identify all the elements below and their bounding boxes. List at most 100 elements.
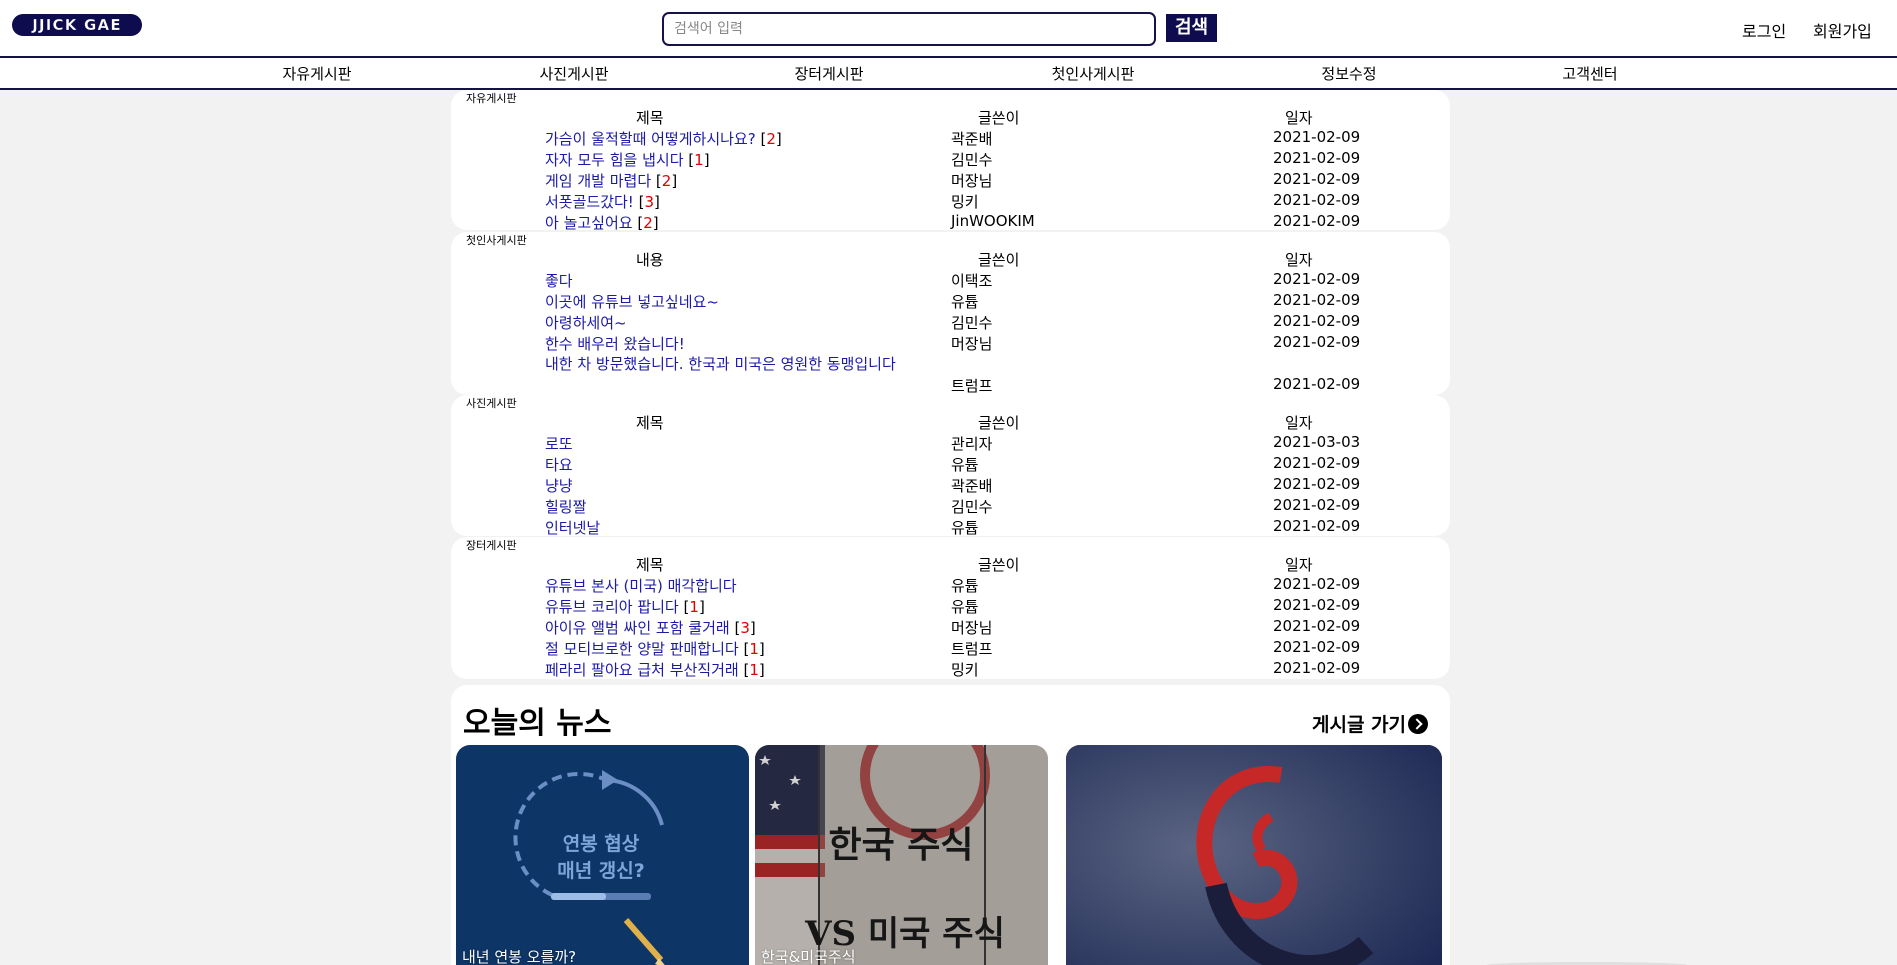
post-date: 2021-03-03 — [1273, 433, 1361, 451]
site-logo[interactable]: JJICK GAE — [12, 14, 142, 36]
post-title-link[interactable]: 힐링짤 — [545, 496, 955, 517]
news-card[interactable]: 연봉 협상 매년 갱신? 내년 연봉 오를까? — [456, 745, 749, 965]
nav-item-greeting-board[interactable]: 첫인사게시판 — [1052, 63, 1135, 84]
board-label: 사진게시판 — [466, 397, 517, 410]
post-title-link[interactable]: 한수 배우러 왔습니다! — [545, 333, 955, 354]
post-title-link[interactable]: 인터넷날 — [545, 517, 955, 538]
post-date: 2021-02-09 — [1273, 659, 1361, 677]
column-header-author: 글쓴이 — [978, 414, 1020, 432]
post-date: 2021-02-09 — [1273, 454, 1361, 472]
table-row: 타요 유튭 2021-02-09 — [451, 454, 1450, 475]
post-title-link[interactable]: 아 놀고싶어요 [2] — [545, 212, 955, 233]
post-title-link[interactable]: 좋다 — [545, 270, 955, 291]
table-row: 자자 모두 힘을 냅시다 [1] 김민수 2021-02-09 — [451, 149, 1450, 170]
post-author: 밍키 — [951, 193, 979, 211]
post-date: 2021-02-09 — [1273, 191, 1361, 209]
post-title-link[interactable]: 가슴이 울적할때 어떻게하시나요? [2] — [545, 128, 955, 149]
post-date: 2021-02-09 — [1273, 312, 1361, 330]
go-to-posts-label: 게시글 가기 — [1312, 714, 1407, 736]
post-author: 김민수 — [951, 314, 993, 332]
post-author: 밍키 — [951, 661, 979, 679]
post-date: 2021-02-09 — [1273, 638, 1361, 656]
table-row: 아령하세여~ 김민수 2021-02-09 — [451, 312, 1450, 333]
news-card-caption: 내년 연봉 오를까? — [462, 948, 577, 965]
market-board: 장터게시판 제목 글쓴이 일자 유튜브 본사 (미국) 매각합니다 유튭 202… — [451, 537, 1450, 679]
post-date: 2021-02-09 — [1273, 149, 1361, 167]
nav-item-photo-board[interactable]: 사진게시판 — [539, 63, 608, 84]
column-header-author: 글쓴이 — [978, 251, 1020, 269]
post-title-link[interactable]: 유튜브 본사 (미국) 매각합니다 — [545, 575, 955, 596]
post-author: 김민수 — [951, 151, 993, 169]
column-header-content: 내용 — [636, 251, 664, 269]
post-author: 김민수 — [951, 498, 993, 516]
table-row: 이곳에 유튜브 넣고싶네요~ 유튭 2021-02-09 — [451, 291, 1450, 312]
post-author: 유튭 — [951, 293, 979, 311]
comment-count: 1 — [694, 151, 704, 169]
post-title-link[interactable]: 내한 차 방문했습니다. 한국과 미국은 영원한 동맹입니다 — [545, 354, 955, 375]
post-title-link[interactable]: 페라리 팔아요 급처 부산직거래 [1] — [545, 659, 955, 680]
post-title-link[interactable]: 이곳에 유튜브 넣고싶네요~ — [545, 291, 955, 312]
salary-news-image: 연봉 협상 매년 갱신? — [513, 770, 665, 965]
news-card[interactable] — [1066, 745, 1442, 965]
table-row: 유튜브 본사 (미국) 매각합니다 유튭 2021-02-09 — [451, 575, 1450, 596]
news-card[interactable]: 한국 주식 VS 미국 주식 한국&미국주식 — [755, 745, 1048, 965]
login-link[interactable]: 로그인 — [1742, 18, 1786, 42]
post-title-link[interactable]: 로또 — [545, 433, 955, 454]
comment-count: 3 — [644, 193, 655, 211]
table-row: 가슴이 울적할때 어떻게하시나요? [2] 곽준배 2021-02-09 — [451, 128, 1450, 149]
table-row: 게임 개발 마렵다 [2] 머장님 2021-02-09 — [451, 170, 1450, 191]
card-image-text: 매년 갱신? — [557, 860, 645, 882]
table-row: 서폿골드갔다! [3] 밍키 2021-02-09 — [451, 191, 1450, 212]
comment-count: 2 — [661, 172, 672, 190]
go-to-posts-link[interactable]: 게시글 가기 — [1312, 710, 1429, 737]
comment-count: 2 — [766, 130, 776, 148]
post-date: 2021-02-09 — [1273, 617, 1361, 635]
post-title-link[interactable]: 게임 개발 마렵다 [2] — [545, 170, 955, 191]
post-date: 2021-02-09 — [1273, 270, 1361, 288]
table-row: 힐링짤 김민수 2021-02-09 — [451, 496, 1450, 517]
nav-item-customer-center[interactable]: 고객센터 — [1562, 63, 1617, 84]
table-row: 아 놀고싶어요 [2] JinWOOKIM 2021-02-09 — [451, 212, 1450, 233]
post-author: 유튭 — [951, 598, 979, 616]
post-date: 2021-02-09 — [1273, 333, 1361, 351]
post-title-link[interactable]: 냥냥 — [545, 475, 955, 496]
search-input[interactable] — [662, 12, 1156, 46]
column-header-date: 일자 — [1285, 556, 1313, 574]
post-date: 2021-02-09 — [1273, 596, 1361, 614]
nav-item-market-board[interactable]: 장터게시판 — [794, 63, 863, 84]
post-title-link[interactable]: 유튜브 코리아 팝니다 [1] — [545, 596, 955, 617]
post-author: 유튭 — [951, 519, 979, 537]
post-author: 트럼프 — [951, 377, 993, 395]
post-author: 곽준배 — [951, 477, 993, 495]
post-date: 2021-02-09 — [1273, 291, 1361, 309]
post-title-link[interactable]: 자자 모두 힘을 냅시다 [1] — [545, 149, 955, 170]
main-nav: 자유게시판 사진게시판 장터게시판 첫인사게시판 정보수정 고객센터 — [0, 56, 1897, 90]
search-button[interactable]: 검색 — [1166, 14, 1217, 42]
post-title-link[interactable]: 아령하세여~ — [545, 312, 955, 333]
post-author: 유튭 — [951, 456, 979, 474]
post-title-link[interactable]: 서폿골드갔다! [3] — [545, 191, 955, 212]
column-header-title: 제목 — [636, 556, 664, 574]
nav-item-edit-profile[interactable]: 정보수정 — [1321, 63, 1376, 84]
comment-count: 1 — [749, 640, 759, 658]
column-header-date: 일자 — [1285, 251, 1313, 269]
post-title-link[interactable]: 절 모티브로한 양말 판매합니다 [1] — [545, 638, 955, 659]
table-row: 한수 배우러 왔습니다! 머장님 2021-02-09 — [451, 333, 1450, 354]
nav-item-free-board[interactable]: 자유게시판 — [282, 63, 351, 84]
site-header: JJICK GAE 검색 로그인 회원가입 — [0, 0, 1897, 56]
post-author: 머장님 — [951, 335, 993, 353]
post-title-link[interactable]: 아이유 앨범 싸인 포함 쿨거래 [3] — [545, 617, 955, 638]
column-header-author: 글쓴이 — [978, 109, 1020, 127]
card-image-text: 연봉 협상 — [563, 833, 640, 855]
stocks-news-image: 한국 주식 VS 미국 주식 — [755, 745, 1048, 965]
table-row: 페라리 팔아요 급처 부산직거래 [1] 밍키 2021-02-09 — [451, 659, 1450, 680]
column-header-title: 제목 — [636, 109, 664, 127]
arrow-right-circle-icon — [1408, 713, 1429, 734]
table-row: 로또 관리자 2021-03-03 — [451, 433, 1450, 454]
post-title-link[interactable]: 타요 — [545, 454, 955, 475]
table-row: 아이유 앨범 싸인 포함 쿨거래 [3] 머장님 2021-02-09 — [451, 617, 1450, 638]
table-row: 인터넷날 유튭 2021-02-09 — [451, 517, 1450, 538]
signup-link[interactable]: 회원가입 — [1813, 18, 1872, 42]
greeting-board: 첫인사게시판 내용 글쓴이 일자 좋다 이택조 2021-02-09 이곳에 유… — [451, 232, 1450, 395]
post-date: 2021-02-09 — [1273, 128, 1361, 146]
